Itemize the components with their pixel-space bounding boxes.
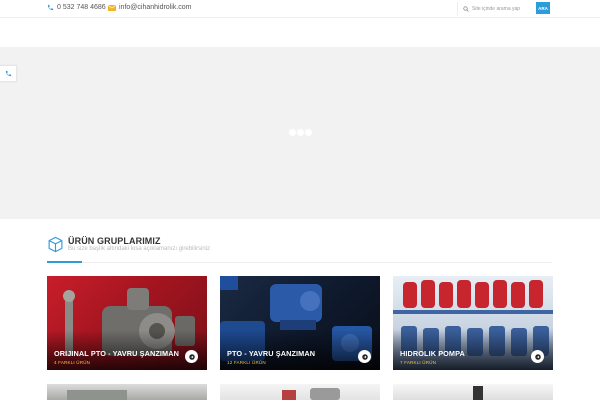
product-card-hidrolik-pompa[interactable]: HIDROLIK POMPA 7 FARKLI ÜRÜN: [393, 276, 553, 370]
phone-icon: [47, 4, 54, 11]
top-bar: 0 532 748 4686 info@cihanhidrolik.com AR…: [0, 0, 600, 18]
email-address: info@cihanhidrolik.com: [119, 4, 192, 11]
search-icon: [463, 5, 469, 12]
loader-dot: [297, 129, 304, 136]
product-image: [473, 386, 483, 400]
product-card-row2-1[interactable]: [47, 384, 207, 400]
side-call-button[interactable]: [0, 65, 17, 82]
section-title: ÜRÜN GRUPLARIMIZ: [68, 236, 161, 246]
card-title: HIDROLIK POMPA: [400, 349, 465, 358]
email-contact[interactable]: info@cihanhidrolik.com: [108, 4, 191, 11]
box-icon: [48, 236, 63, 253]
product-card-orijinal-pto[interactable]: ORIJINAL PTO - YAVRU ŞANZIMAN 4 FARKLI Ü…: [47, 276, 207, 370]
arrow-right-icon: [534, 353, 541, 360]
topbar-divider: [457, 2, 458, 16]
phone-icon: [5, 70, 11, 77]
loading-indicator: [289, 129, 312, 136]
phone-contact[interactable]: 0 532 748 4686: [47, 4, 106, 11]
product-card-row2-3[interactable]: [393, 384, 553, 400]
product-card-pto-yavru[interactable]: PTO - YAVRU ŞANZIMAN 12 FARKLI ÜRÜN: [220, 276, 380, 370]
hero-slider: [0, 47, 600, 219]
loader-dot: [289, 129, 296, 136]
phone-number: 0 532 748 4686: [57, 4, 106, 11]
section-subtitle: Bu size başlık altındaki kısa açıklamanı…: [68, 246, 211, 252]
loader-dot: [305, 129, 312, 136]
product-image: [67, 390, 127, 400]
card-title: PTO - YAVRU ŞANZIMAN: [227, 349, 316, 358]
arrow-right-icon: [361, 353, 368, 360]
section-divider: [47, 262, 552, 263]
section-accent-bar: [47, 261, 82, 263]
card-arrow-button[interactable]: [531, 350, 544, 363]
card-count: 12 FARKLI ÜRÜN: [227, 360, 266, 365]
search-input[interactable]: [472, 5, 532, 12]
mail-icon: [108, 4, 116, 11]
card-arrow-button[interactable]: [185, 350, 198, 363]
arrow-right-icon: [188, 353, 195, 360]
card-count: 4 FARKLI ÜRÜN: [54, 360, 91, 365]
product-groups-header: ÜRÜN GRUPLARIMIZ Bu size başlık altındak…: [47, 235, 552, 263]
search-button[interactable]: ARA: [536, 2, 550, 14]
search-box: [463, 3, 533, 14]
card-title: ORIJINAL PTO - YAVRU ŞANZIMAN: [54, 349, 179, 358]
product-card-row2-2[interactable]: [220, 384, 380, 400]
card-arrow-button[interactable]: [358, 350, 371, 363]
card-count: 7 FARKLI ÜRÜN: [400, 360, 437, 365]
product-image: [282, 388, 340, 400]
